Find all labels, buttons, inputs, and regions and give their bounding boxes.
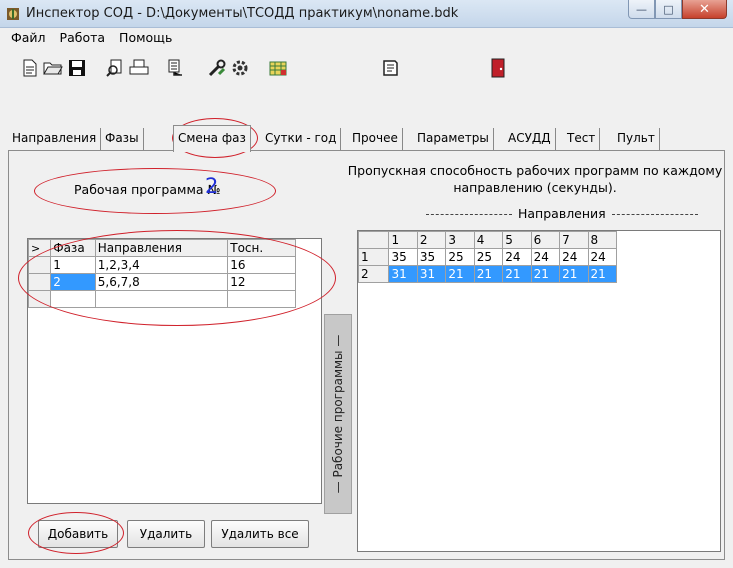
capacity-cell[interactable]: 25 bbox=[473, 248, 504, 266]
open-folder-icon[interactable] bbox=[43, 58, 63, 78]
print-icon[interactable] bbox=[129, 58, 149, 78]
directions-label: Направления bbox=[518, 206, 606, 221]
cell-t-main[interactable]: 12 bbox=[227, 273, 296, 291]
table-row-selected[interactable]: 2 5,6,7,8 12 bbox=[27, 273, 296, 291]
add-button[interactable]: Добавить bbox=[38, 520, 118, 548]
row-indicator[interactable] bbox=[27, 290, 52, 308]
tab-remote[interactable]: Пульт bbox=[613, 128, 660, 150]
minimize-icon: — bbox=[636, 2, 647, 16]
corner-cell bbox=[357, 231, 390, 249]
capacity-cell[interactable]: 24 bbox=[530, 248, 561, 266]
tab-directions[interactable]: Направления bbox=[8, 128, 102, 150]
dash-divider bbox=[611, 214, 698, 215]
tab-asudd[interactable]: АСУДД bbox=[504, 128, 556, 150]
tab-day-year[interactable]: Сутки - год bbox=[261, 128, 342, 150]
tab-test[interactable]: Тест bbox=[563, 128, 601, 150]
notebook-icon[interactable] bbox=[380, 58, 400, 78]
col-directions[interactable]: Направления bbox=[94, 239, 229, 257]
cell-phase[interactable]: 1 bbox=[50, 256, 96, 274]
capacity-cell[interactable]: 35 bbox=[416, 248, 447, 266]
col-t-main[interactable]: Тосн. bbox=[227, 239, 296, 257]
minimize-button[interactable]: — bbox=[628, 0, 655, 19]
delete-all-button[interactable]: Удалить все bbox=[211, 520, 309, 548]
app-window: Инспектор СОД - D:\Документы\ТСОДД практ… bbox=[0, 0, 733, 568]
tab-parameters[interactable]: Параметры bbox=[413, 128, 494, 150]
report-icon[interactable] bbox=[165, 58, 185, 78]
capacity-cell[interactable]: 24 bbox=[559, 248, 589, 266]
capacity-cell[interactable]: 35 bbox=[388, 248, 418, 266]
delete-button[interactable]: Удалить bbox=[127, 520, 205, 548]
exit-door-icon[interactable] bbox=[488, 58, 508, 78]
menu-file[interactable]: Файл bbox=[4, 28, 53, 48]
program-number: 2 bbox=[205, 174, 219, 198]
table-row-empty[interactable] bbox=[27, 290, 296, 308]
capacity-cell[interactable]: 21 bbox=[530, 265, 561, 283]
capacity-cell[interactable]: 31 bbox=[388, 265, 418, 283]
toolbar bbox=[0, 48, 733, 86]
cell-empty[interactable] bbox=[227, 290, 296, 308]
capacity-cell[interactable]: 21 bbox=[445, 265, 475, 283]
menu-help[interactable]: Помощь bbox=[112, 28, 179, 48]
capacity-cell[interactable]: 31 bbox=[416, 265, 447, 283]
cell-directions[interactable]: 5,6,7,8 bbox=[94, 273, 229, 291]
capacity-cell[interactable]: 21 bbox=[473, 265, 504, 283]
col-direction-4[interactable]: 4 bbox=[473, 231, 504, 249]
col-direction-7[interactable]: 7 bbox=[559, 231, 589, 249]
print-preview-icon[interactable] bbox=[105, 58, 125, 78]
tools-icon[interactable] bbox=[207, 58, 227, 78]
capacity-cell[interactable]: 24 bbox=[587, 248, 618, 266]
dash-divider bbox=[426, 214, 512, 215]
save-disk-icon[interactable] bbox=[67, 58, 87, 78]
row-indicator-header: > bbox=[27, 239, 52, 257]
maximize-button[interactable]: □ bbox=[655, 0, 682, 19]
row-program[interactable]: 1 bbox=[357, 248, 390, 266]
row-indicator[interactable] bbox=[27, 273, 52, 291]
table-row[interactable]: 1 1,2,3,4 16 bbox=[27, 256, 296, 274]
col-direction-2[interactable]: 2 bbox=[416, 231, 447, 249]
table-icon[interactable] bbox=[268, 58, 288, 78]
table-row[interactable]: 1 35 35 25 25 24 24 24 24 bbox=[357, 248, 618, 266]
new-file-icon[interactable] bbox=[20, 58, 40, 78]
close-icon: ✕ bbox=[699, 1, 710, 17]
tab-other[interactable]: Прочее bbox=[348, 128, 403, 150]
window-title: Инспектор СОД - D:\Документы\ТСОДД практ… bbox=[26, 6, 459, 21]
menu-work[interactable]: Работа bbox=[53, 28, 113, 48]
close-button[interactable]: ✕ bbox=[682, 0, 727, 19]
tab-phase-change[interactable]: Смена фаз bbox=[173, 125, 251, 152]
programs-splitter-label: — Рабочие программы — bbox=[331, 334, 345, 494]
col-direction-1[interactable]: 1 bbox=[388, 231, 418, 249]
col-direction-5[interactable]: 5 bbox=[502, 231, 532, 249]
menu-bar: Файл Работа Помощь bbox=[0, 28, 733, 48]
phase-grid-header: > Фаза Направления Тосн. bbox=[27, 239, 296, 257]
maximize-icon: □ bbox=[663, 2, 674, 16]
col-direction-3[interactable]: 3 bbox=[445, 231, 475, 249]
col-direction-8[interactable]: 8 bbox=[587, 231, 618, 249]
capacity-cell[interactable]: 24 bbox=[502, 248, 532, 266]
cell-t-main[interactable]: 16 bbox=[227, 256, 296, 274]
col-direction-6[interactable]: 6 bbox=[530, 231, 561, 249]
directions-caption: Направления bbox=[420, 206, 704, 221]
capacity-title: Пропускная способность рабочих программ … bbox=[347, 163, 723, 195]
title-bar: Инспектор СОД - D:\Документы\ТСОДД практ… bbox=[0, 0, 733, 28]
cell-empty[interactable] bbox=[94, 290, 229, 308]
capacity-cell[interactable]: 21 bbox=[587, 265, 618, 283]
table-row-selected[interactable]: 2 31 31 21 21 21 21 21 21 bbox=[357, 265, 618, 283]
tab-phases[interactable]: Фазы bbox=[101, 128, 144, 150]
programs-splitter[interactable]: — Рабочие программы — bbox=[324, 314, 352, 514]
app-icon bbox=[7, 8, 19, 20]
phase-grid[interactable]: > Фаза Направления Тосн. 1 1,2,3,4 16 2 … bbox=[27, 238, 322, 504]
settings-gear-icon[interactable] bbox=[230, 58, 250, 78]
capacity-cell[interactable]: 25 bbox=[445, 248, 475, 266]
capacity-cell[interactable]: 21 bbox=[502, 265, 532, 283]
capacity-grid[interactable]: 1 2 3 4 5 6 7 8 1 35 35 25 25 24 24 24 2… bbox=[357, 230, 721, 552]
capacity-grid-header: 1 2 3 4 5 6 7 8 bbox=[357, 231, 618, 249]
capacity-cell[interactable]: 21 bbox=[559, 265, 589, 283]
cell-directions[interactable]: 1,2,3,4 bbox=[94, 256, 229, 274]
program-label: Рабочая программа № bbox=[74, 182, 221, 197]
row-program[interactable]: 2 bbox=[357, 265, 390, 283]
cell-phase[interactable]: 2 bbox=[50, 273, 96, 291]
cell-empty[interactable] bbox=[50, 290, 96, 308]
col-phase[interactable]: Фаза bbox=[50, 239, 96, 257]
row-indicator[interactable] bbox=[27, 256, 52, 274]
